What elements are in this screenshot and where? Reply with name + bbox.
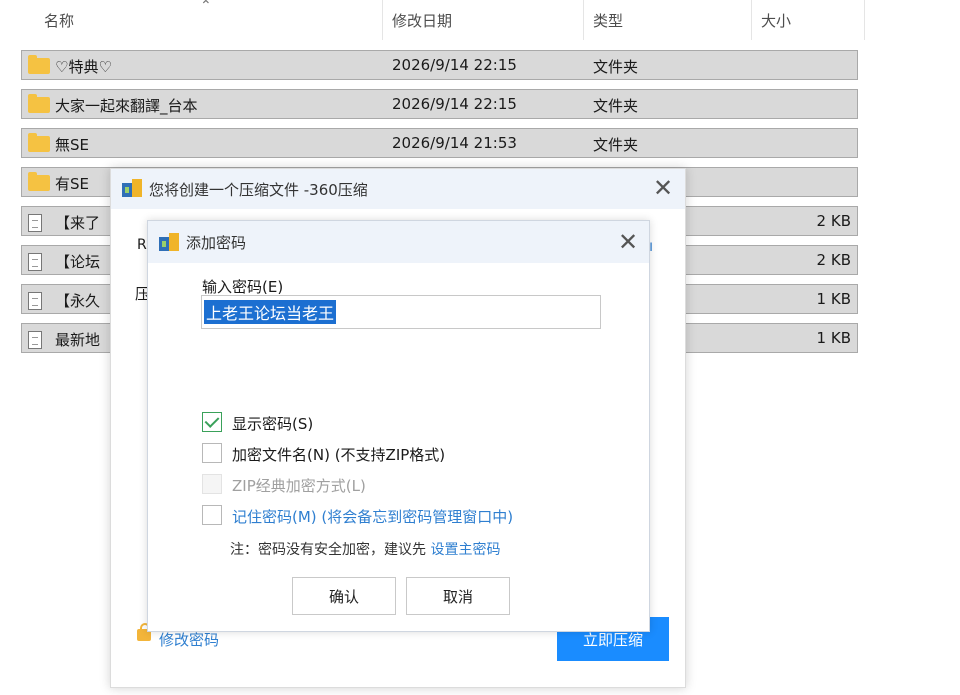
encrypt-filenames-label[interactable]: 加密文件名(N) (不支持ZIP格式) [232, 444, 445, 465]
compress-dialog-title: 您将创建一个压缩文件 -360压缩 [149, 181, 368, 199]
folder-icon [28, 55, 50, 74]
show-password-label[interactable]: 显示密码(S) [232, 413, 313, 434]
add-password-dialog: 添加密码 ✕ 输入密码(E) 上老王论坛当老王 显示密码(S) 加密文件名(N)… [147, 220, 650, 632]
file-size: 1 KB [816, 329, 851, 347]
password-value-selected: 上老王论坛当老王 [204, 300, 337, 324]
security-note: 注：密码没有安全加密，建议先 设置主密码 [230, 539, 500, 559]
folder-icon [28, 133, 50, 152]
file-name: 【论坛 [55, 253, 101, 271]
archive-name-partial: R [137, 237, 147, 253]
file-icon [28, 214, 42, 232]
column-divider[interactable] [864, 0, 865, 40]
compress-dialog-titlebar[interactable]: 您将创建一个压缩文件 -360压缩 ✕ [111, 169, 685, 209]
column-divider[interactable] [583, 0, 584, 40]
folder-icon [28, 94, 50, 113]
file-icon [28, 331, 42, 349]
file-name: ♡特典♡ [55, 58, 112, 76]
password-input[interactable]: 上老王论坛当老王 [201, 295, 601, 329]
file-name: 最新地 [55, 331, 101, 349]
sort-up-icon: ⌃ [200, 0, 212, 14]
file-name: 無SE [55, 136, 89, 154]
column-date[interactable]: 修改日期 [392, 10, 452, 31]
file-row[interactable]: ♡特典♡ 2026/9/14 22:15 文件夹 [21, 50, 858, 80]
security-note-text: 注：密码没有安全加密，建议先 [230, 542, 431, 558]
file-date: 2026/9/14 21:53 [392, 134, 517, 152]
remember-password-label[interactable]: 记住密码(M) (将会备忘到密码管理窗口中) [232, 506, 513, 527]
close-icon[interactable]: ✕ [653, 176, 673, 200]
file-name: 【永久 [55, 292, 101, 310]
file-row[interactable]: 大家一起來翻譯_台本 2026/9/14 22:15 文件夹 [21, 89, 858, 119]
encrypt-filenames-checkbox[interactable] [202, 443, 222, 463]
add-password-titlebar[interactable]: 添加密码 ✕ [148, 221, 649, 263]
modify-password-link[interactable]: 修改密码 [159, 629, 219, 650]
close-icon[interactable]: ✕ [618, 230, 638, 254]
folder-icon [28, 172, 50, 191]
zip-classic-encryption-label: ZIP经典加密方式(L) [232, 477, 366, 495]
file-size: 2 KB [816, 212, 851, 230]
file-type: 文件夹 [593, 58, 639, 76]
file-row[interactable]: 無SE 2026/9/14 21:53 文件夹 [21, 128, 858, 158]
app-360zip-icon [159, 233, 179, 251]
file-type: 文件夹 [593, 97, 639, 115]
column-size[interactable]: 大小 [761, 10, 791, 31]
file-name: 大家一起來翻譯_台本 [55, 97, 198, 115]
confirm-button[interactable]: 确认 [292, 577, 396, 615]
password-label: 输入密码(E) [202, 278, 284, 296]
column-name[interactable]: 名称 [44, 10, 74, 31]
set-master-password-link[interactable]: 设置主密码 [430, 542, 500, 558]
show-password-checkbox[interactable] [202, 412, 222, 432]
file-date: 2026/9/14 22:15 [392, 56, 517, 74]
file-name: 【来了 [55, 214, 101, 232]
column-type[interactable]: 类型 [593, 10, 623, 31]
file-type: 文件夹 [593, 136, 639, 154]
column-header: ⌃ 名称 修改日期 类型 大小 [0, 0, 960, 40]
remember-password-checkbox[interactable] [202, 505, 222, 525]
file-name: 有SE [55, 175, 89, 193]
column-divider[interactable] [751, 0, 752, 40]
file-icon [28, 292, 42, 310]
file-icon [28, 253, 42, 271]
add-password-title: 添加密码 [186, 234, 247, 252]
file-size: 2 KB [816, 251, 851, 269]
cancel-button[interactable]: 取消 [406, 577, 510, 615]
file-date: 2026/9/14 22:15 [392, 95, 517, 113]
app-360zip-icon [122, 179, 142, 197]
file-size: 1 KB [816, 290, 851, 308]
column-divider[interactable] [382, 0, 383, 40]
zip-classic-encryption-checkbox [202, 474, 222, 494]
